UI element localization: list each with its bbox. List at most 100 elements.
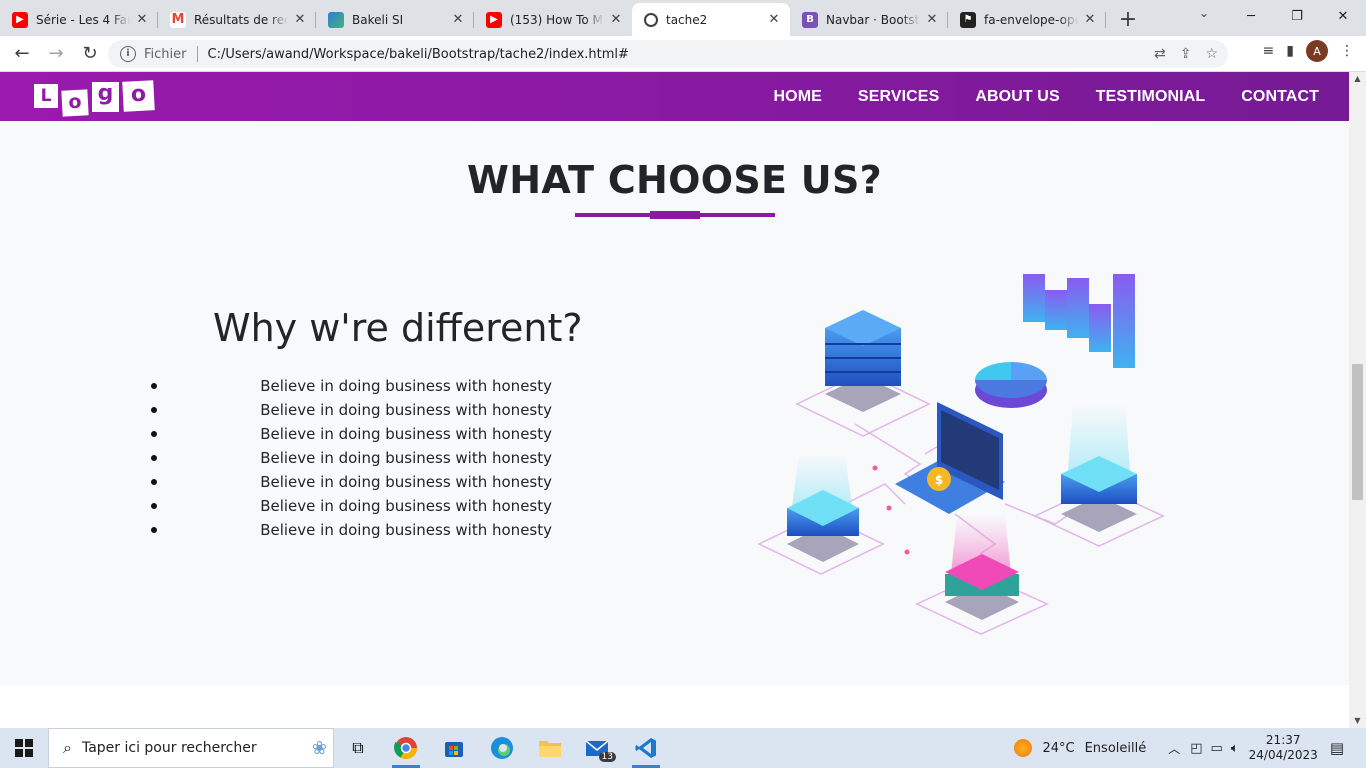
battery-icon[interactable]: ▭	[1211, 741, 1223, 756]
side-panel-icon[interactable]: ▮	[1286, 43, 1294, 59]
tab-3[interactable]: Bakeli SI ✕	[316, 3, 474, 36]
site-navbar: L o g o HOME SERVICES ABOUT US TESTIMONI…	[0, 72, 1349, 121]
mail-icon[interactable]: 13	[574, 728, 622, 768]
title-underline-accent	[650, 211, 700, 219]
nav-about-link[interactable]: ABOUT US	[975, 88, 1059, 106]
feature-list: Believe in doing business with honesty B…	[150, 374, 552, 542]
bookmark-star-icon[interactable]: ☆	[1205, 46, 1218, 62]
mail-badge: 13	[598, 752, 616, 762]
svg-text:$: $	[935, 473, 943, 487]
bakeli-icon	[328, 11, 344, 28]
page-viewport: L o g o HOME SERVICES ABOUT US TESTIMONI…	[0, 72, 1366, 728]
url-text[interactable]: C:/Users/awand/Workspace/bakeli/Bootstra…	[208, 47, 629, 62]
close-tab-icon[interactable]: ✕	[1082, 12, 1098, 28]
close-tab-icon[interactable]: ✕	[450, 12, 466, 28]
windows-start-icon[interactable]	[0, 728, 48, 768]
menu-kebab-icon[interactable]: ⋮	[1340, 43, 1354, 59]
scroll-down-icon[interactable]: ▼	[1349, 714, 1366, 728]
tab-title: Série - Les 4 Fantastiques	[36, 12, 130, 27]
minimize-icon[interactable]: ─	[1228, 0, 1274, 32]
clock-time: 21:37	[1265, 733, 1301, 747]
page-scrollbar[interactable]: ▲ ▼	[1349, 72, 1366, 728]
edge-icon[interactable]	[478, 728, 526, 768]
taskbar-search-input[interactable]: ⌕ Taper ici pour rechercher ❀	[48, 728, 334, 768]
tab-title: tache2	[666, 12, 708, 27]
fontawesome-icon: ⚑	[960, 11, 976, 28]
reload-icon[interactable]: ↻	[74, 38, 106, 70]
datacenter-illustration: $	[757, 274, 1165, 635]
chevron-up-icon[interactable]: ︿	[1168, 740, 1180, 757]
profile-avatar[interactable]: A	[1306, 40, 1328, 62]
site-menu: HOME SERVICES ABOUT US TESTIMONIAL CONTA…	[774, 72, 1319, 121]
tab-title: fa-envelope-open	[984, 12, 1078, 27]
device-icon[interactable]: ◰	[1190, 741, 1202, 756]
scrollbar-thumb[interactable]	[1352, 364, 1363, 500]
nav-services-link[interactable]: SERVICES	[858, 88, 939, 106]
vscode-icon[interactable]	[622, 728, 670, 768]
url-scheme: Fichier	[144, 46, 187, 62]
close-tab-icon[interactable]: ✕	[292, 12, 308, 28]
close-tab-icon[interactable]: ✕	[924, 12, 940, 28]
file-explorer-icon[interactable]	[526, 728, 574, 768]
browser-tab-strip: ▶ Série - Les 4 Fantastiques ✕ M Résulta…	[0, 0, 1366, 36]
close-tab-icon[interactable]: ✕	[134, 12, 150, 28]
close-window-icon[interactable]: ✕	[1320, 0, 1366, 32]
list-item: Believe in doing business with honesty	[150, 398, 552, 422]
tab-5-active[interactable]: tache2 ✕	[632, 3, 790, 36]
next-section-band	[0, 685, 1349, 728]
site-logo[interactable]: L o g o	[34, 79, 155, 117]
nav-home-link[interactable]: HOME	[774, 88, 822, 106]
tab-title: Bakeli SI	[352, 12, 404, 27]
weather-temp[interactable]: 24°C	[1042, 741, 1074, 756]
subtitle: Why w're different?	[213, 306, 583, 350]
new-tab-button[interactable]: +	[1110, 3, 1146, 36]
tab-title: Navbar · Bootstrap	[826, 12, 920, 27]
logo-letter: o	[61, 88, 89, 117]
tab-2[interactable]: M Résultats de recherche ✕	[158, 3, 316, 36]
forward-arrow-icon[interactable]: →	[40, 38, 72, 70]
logo-letter: L	[34, 83, 58, 108]
restore-icon[interactable]: ❐	[1274, 0, 1320, 32]
search-highlight-icon: ❀	[311, 737, 327, 759]
youtube-icon: ▶	[486, 11, 502, 28]
nav-testimonial-link[interactable]: TESTIMONIAL	[1096, 88, 1206, 106]
scroll-up-icon[interactable]: ▲	[1349, 72, 1366, 86]
system-tray: 24°C Ensoleillé ︿ ◰ ▭ 🔈︎ 21:37 24/04/202…	[1014, 728, 1366, 768]
browser-toolbar: ← → ↻ i Fichier C:/Users/awand/Workspace…	[0, 36, 1366, 72]
youtube-icon: ▶	[12, 11, 28, 28]
list-item: Believe in doing business with honesty	[150, 518, 552, 542]
translate-icon[interactable]: ⇄	[1154, 46, 1166, 62]
back-arrow-icon[interactable]: ←	[6, 38, 38, 70]
window-controls: ─ ❐ ✕	[1228, 0, 1366, 32]
tab-title: Résultats de recherche	[194, 12, 288, 27]
tab-4[interactable]: ▶ (153) How To Make ✕	[474, 3, 632, 36]
tab-1[interactable]: ▶ Série - Les 4 Fantastiques ✕	[0, 3, 158, 36]
reading-list-icon[interactable]: ≡	[1263, 43, 1275, 59]
tab-title: (153) How To Make	[510, 12, 604, 27]
weather-sun-icon[interactable]	[1014, 739, 1033, 757]
chrome-icon[interactable]	[382, 728, 430, 768]
notification-icon[interactable]: ▤	[1330, 739, 1344, 757]
clock-date: 24/04/2023	[1248, 748, 1318, 762]
weather-text[interactable]: Ensoleillé	[1085, 741, 1147, 756]
tab-7[interactable]: ⚑ fa-envelope-open ✕	[948, 3, 1106, 36]
address-bar[interactable]: i Fichier C:/Users/awand/Workspace/bakel…	[108, 40, 1228, 68]
task-view-icon[interactable]: ⧉	[334, 728, 382, 768]
clock[interactable]: 21:37 24/04/2023	[1249, 733, 1318, 763]
logo-letter: g	[92, 81, 119, 112]
list-item: Believe in doing business with honesty	[150, 422, 552, 446]
tab-6[interactable]: B Navbar · Bootstrap ✕	[790, 3, 948, 36]
site-info-icon[interactable]: i	[120, 46, 136, 62]
close-tab-icon[interactable]: ✕	[766, 12, 782, 28]
tab-search-chevron-icon[interactable]: ⌄	[1192, 6, 1216, 26]
search-icon: ⌕	[63, 738, 72, 757]
close-tab-icon[interactable]: ✕	[608, 12, 624, 28]
share-icon[interactable]: ⇪	[1180, 46, 1192, 62]
volume-icon[interactable]: 🔈︎	[1231, 741, 1239, 756]
list-item: Believe in doing business with honesty	[150, 446, 552, 470]
windows-taskbar: ⌕ Taper ici pour rechercher ❀ ⧉ 13 24°C …	[0, 728, 1366, 768]
globe-icon	[644, 12, 658, 27]
nav-contact-link[interactable]: CONTACT	[1241, 88, 1319, 106]
store-icon[interactable]	[430, 728, 478, 768]
search-placeholder: Taper ici pour rechercher	[81, 740, 257, 756]
